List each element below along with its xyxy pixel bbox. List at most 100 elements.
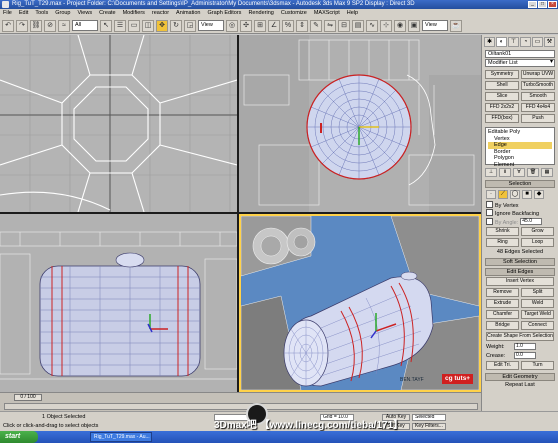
edit-edges-rollout-header[interactable]: Edit Edges — [485, 268, 555, 276]
named-selection-icon[interactable]: ✎ — [310, 19, 322, 32]
hierarchy-tab-icon[interactable]: ⊤ — [508, 37, 519, 47]
selection-filter-dropdown[interactable]: All — [72, 20, 98, 31]
mirror-icon[interactable]: ⇋ — [324, 19, 336, 32]
menu-group[interactable]: Group — [55, 9, 70, 18]
loop-button[interactable]: Loop — [521, 238, 554, 247]
menu-rendering[interactable]: Rendering — [248, 9, 273, 18]
menu-help[interactable]: Help — [347, 9, 358, 18]
menu-reactor[interactable]: reactor — [152, 9, 169, 18]
viewport-perspective[interactable] — [239, 214, 481, 392]
layer-manager-icon[interactable]: ▤ — [352, 19, 364, 32]
make-unique-icon[interactable]: ∀ — [513, 168, 525, 177]
viewport-left[interactable] — [0, 214, 237, 392]
element-mode-icon[interactable]: ◆ — [534, 190, 544, 199]
insert-vertex-button[interactable]: Insert Vertex — [486, 277, 554, 286]
undo-icon[interactable]: ↶ — [2, 19, 14, 32]
minimize-button[interactable]: _ — [528, 1, 537, 8]
rect-selection-icon[interactable]: ▭ — [128, 19, 140, 32]
link-icon[interactable]: ⛓ — [30, 19, 42, 32]
remove-modifier-icon[interactable]: 🗑 — [527, 168, 539, 177]
redo-icon[interactable]: ↷ — [16, 19, 28, 32]
ffd-2x2x2-button[interactable]: FFD 2x2x2 — [485, 103, 519, 112]
time-slider[interactable]: 0 / 100 — [14, 394, 42, 401]
selection-rollout-header[interactable]: Selection — [485, 180, 555, 188]
max-app-icon[interactable] — [2, 1, 9, 8]
spinner-snap-icon[interactable]: ⇕ — [296, 19, 308, 32]
utilities-tab-icon[interactable]: ⚒ — [544, 37, 555, 47]
track-bar[interactable] — [4, 403, 478, 410]
configure-sets-icon[interactable]: ▦ — [541, 168, 553, 177]
menu-modifiers[interactable]: Modifiers — [123, 9, 145, 18]
close-button[interactable]: × — [548, 1, 557, 8]
crease-value[interactable]: 0.0 — [514, 352, 536, 359]
unlink-icon[interactable]: ⊘ — [44, 19, 56, 32]
create-tab-icon[interactable]: ✱ — [484, 37, 495, 47]
symmetry-button[interactable]: Symmetry — [485, 70, 519, 79]
select-rotate-icon[interactable]: ↻ — [170, 19, 182, 32]
weight-value[interactable]: 1.0 — [514, 343, 536, 350]
modifier-list-dropdown[interactable]: Modifier List — [485, 59, 555, 67]
snaps-toggle-icon[interactable]: ⊞ — [254, 19, 266, 32]
modify-tab-icon[interactable]: ◐ — [496, 37, 507, 47]
maximize-button[interactable]: □ — [538, 1, 547, 8]
by-vertex-checkbox[interactable]: By Vertex — [482, 201, 558, 209]
reference-coordinate-dropdown[interactable]: View — [198, 20, 224, 31]
repeat-last-button[interactable]: Repeat Last — [482, 381, 558, 389]
show-end-result-icon[interactable]: Ⅱ — [499, 168, 511, 177]
remove-button[interactable]: Remove — [486, 288, 519, 297]
menu-create[interactable]: Create — [99, 9, 116, 18]
ring-button[interactable]: Ring — [486, 238, 519, 247]
shrink-button[interactable]: Shrink — [486, 227, 519, 236]
ffd-4x4x4-button[interactable]: FFD 4x4x4 — [521, 103, 555, 112]
smooth-button[interactable]: Smooth — [521, 92, 555, 101]
menu-file[interactable]: File — [3, 9, 12, 18]
split-button[interactable]: Split — [521, 288, 554, 297]
pivot-center-icon[interactable]: ◎ — [226, 19, 238, 32]
select-scale-icon[interactable]: ◲ — [184, 19, 196, 32]
bind-space-warp-icon[interactable]: ≈ — [58, 19, 70, 32]
ffd-box-button[interactable]: FFD(box) — [485, 114, 519, 123]
quick-render-icon[interactable]: ☕ — [450, 19, 462, 32]
select-by-name-icon[interactable]: ☰ — [114, 19, 126, 32]
display-tab-icon[interactable]: ▭ — [532, 37, 543, 47]
by-angle-value[interactable]: 45.0 — [520, 218, 543, 225]
window-crossing-icon[interactable]: ◫ — [142, 19, 154, 32]
key-filters-button[interactable]: Key Filters... — [412, 423, 446, 430]
polygon-mode-icon[interactable]: ■ — [522, 190, 532, 199]
soft-selection-rollout-header[interactable]: Soft Selection — [485, 258, 555, 266]
menu-tools[interactable]: Tools — [35, 9, 48, 18]
viewport-top[interactable] — [0, 35, 237, 212]
weld-button[interactable]: Weld — [521, 299, 554, 308]
render-setup-icon[interactable]: ▣ — [408, 19, 420, 32]
push-button[interactable]: Push — [521, 114, 555, 123]
selected-dropdown[interactable]: Selected — [412, 414, 446, 421]
extrude-button[interactable]: Extrude — [486, 299, 519, 308]
menu-maxscript[interactable]: MAXScript — [314, 9, 340, 18]
unwrap-uvw-button[interactable]: Unwrap UVW — [521, 70, 555, 79]
material-editor-icon[interactable]: ◉ — [394, 19, 406, 32]
turn-button[interactable]: Turn — [521, 361, 554, 370]
target-weld-button[interactable]: Target Weld — [521, 310, 554, 319]
by-angle-checkbox[interactable]: By Angle: — [486, 218, 518, 226]
select-move-icon[interactable]: ✥ — [156, 19, 168, 32]
menu-edit[interactable]: Edit — [19, 9, 28, 18]
ignore-backfacing-checkbox[interactable]: Ignore Backfacing — [482, 209, 558, 217]
angle-snap-icon[interactable]: ∠ — [268, 19, 280, 32]
menu-animation[interactable]: Animation — [176, 9, 200, 18]
start-button[interactable]: start — [0, 431, 38, 443]
motion-tab-icon[interactable]: ◔ — [520, 37, 531, 47]
align-icon[interactable]: ⊟ — [338, 19, 350, 32]
percent-snap-icon[interactable]: % — [282, 19, 294, 32]
select-object-icon[interactable]: ↖ — [100, 19, 112, 32]
edit-geometry-rollout-header[interactable]: Edit Geometry — [485, 373, 555, 381]
vertex-mode-icon[interactable]: · — [486, 190, 496, 199]
create-shape-button[interactable]: Create Shape From Selection — [486, 332, 554, 341]
pin-stack-icon[interactable]: ⊥ — [485, 168, 497, 177]
shell-button[interactable]: Shell — [485, 81, 519, 90]
menu-customize[interactable]: Customize — [281, 9, 307, 18]
grow-button[interactable]: Grow — [521, 227, 554, 236]
menu-graph-editors[interactable]: Graph Editors — [208, 9, 242, 18]
viewport-front[interactable] — [239, 35, 481, 212]
bridge-button[interactable]: Bridge — [486, 321, 519, 330]
edit-tri-button[interactable]: Edit Tri. — [486, 361, 519, 370]
